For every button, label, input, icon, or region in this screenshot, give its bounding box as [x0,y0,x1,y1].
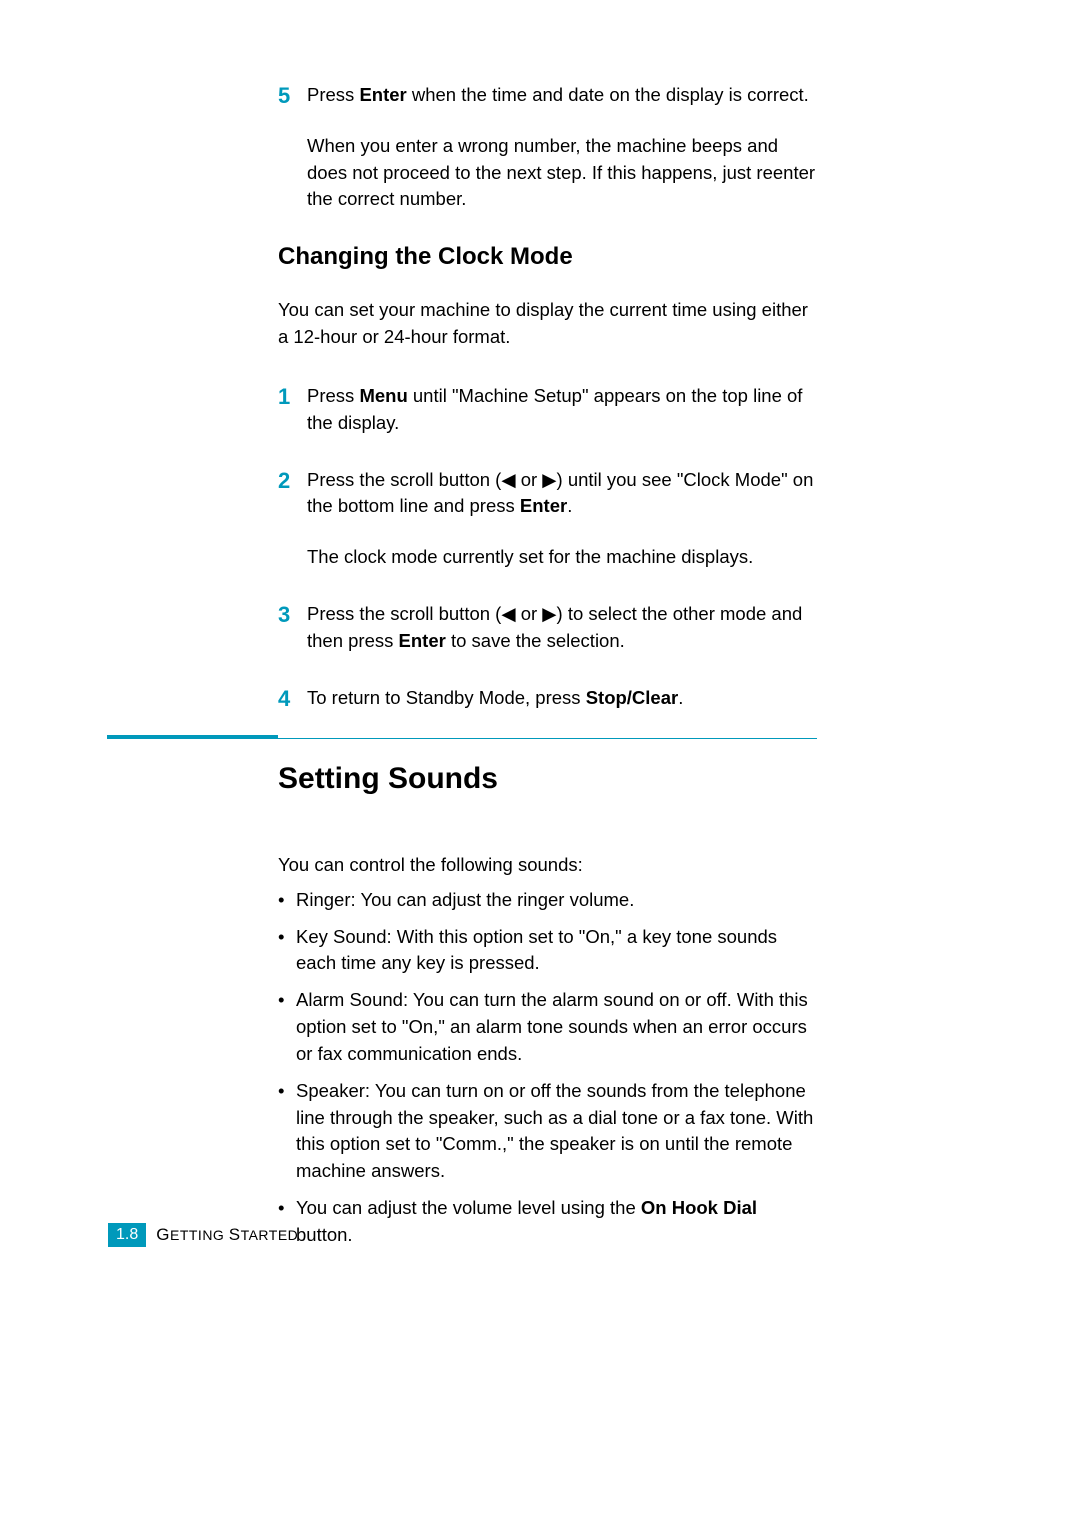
step-bold: Enter [359,84,406,105]
step-text: Press the scroll button (◀ or ▶) until y… [307,467,818,571]
step-3: 3 Press the scroll button (◀ or ▶) to se… [278,601,818,655]
step-number: 1 [278,383,307,437]
step-bold: Enter [520,495,567,516]
step-text-part1: Press [307,385,359,406]
subsection-heading: Changing the Clock Mode [278,243,818,271]
step-para2: When you enter a wrong number, the machi… [307,133,818,213]
bullet-list: Ringer: You can adjust the ringer volume… [278,887,818,1249]
step-bold: Stop/Clear [586,687,679,708]
step-1: 1 Press Menu until "Machine Setup" appea… [278,383,818,437]
step-para2: The clock mode currently set for the mac… [307,544,818,571]
step-5: 5 Press Enter when the time and date on … [278,82,818,213]
step-2: 2 Press the scroll button (◀ or ▶) until… [278,467,818,571]
cap2: S [229,1225,241,1244]
subsection-intro: You can set your machine to display the … [278,297,818,351]
step-text: Press Menu until "Machine Setup" appears… [307,383,818,437]
divider-accent [107,735,278,739]
step-text-part2: when the time and date on the display is… [407,84,809,105]
page-number: 1.8 [108,1223,146,1247]
list-item: Alarm Sound: You can turn the alarm soun… [278,987,818,1067]
list-item: Ringer: You can adjust the ringer volume… [278,887,818,914]
step-text: To return to Standby Mode, press Stop/Cl… [307,685,818,714]
section-intro: You can control the following sounds: [278,852,818,879]
list-item: Key Sound: With this option set to "On,"… [278,924,818,978]
step-text: Press Enter when the time and date on th… [307,82,818,213]
step-number: 2 [278,467,307,571]
bullet-text-part1: You can adjust the volume level using th… [296,1197,641,1218]
bullet-text-part2: button. [296,1224,353,1245]
list-item: You can adjust the volume level using th… [278,1195,818,1249]
divider-line [278,738,817,739]
step-bold: Enter [399,630,446,651]
step-text: Press the scroll button (◀ or ▶) to sele… [307,601,818,655]
step-text-part1: To return to Standby Mode, press [307,687,586,708]
step-text-part1: Press [307,84,359,105]
rest2: TARTED [241,1227,299,1243]
list-item: Speaker: You can turn on or off the soun… [278,1078,818,1185]
step-text-part2: . [678,687,683,708]
step-bold: Menu [359,385,407,406]
cap1: G [156,1225,170,1244]
footer-chapter: GETTING STARTED [156,1225,298,1245]
bullet-bold: On Hook Dial [641,1197,757,1218]
rest1: ETTING [170,1227,224,1243]
page-footer: 1.8 GETTING STARTED [108,1223,298,1247]
section-divider [107,735,817,739]
step-text-part2: . [567,495,572,516]
step-4: 4 To return to Standby Mode, press Stop/… [278,685,818,714]
step-text-part2: to save the selection. [446,630,625,651]
step-number: 5 [278,82,307,213]
section-heading: Setting Sounds [278,762,818,796]
step-number: 4 [278,685,307,714]
step-number: 3 [278,601,307,655]
